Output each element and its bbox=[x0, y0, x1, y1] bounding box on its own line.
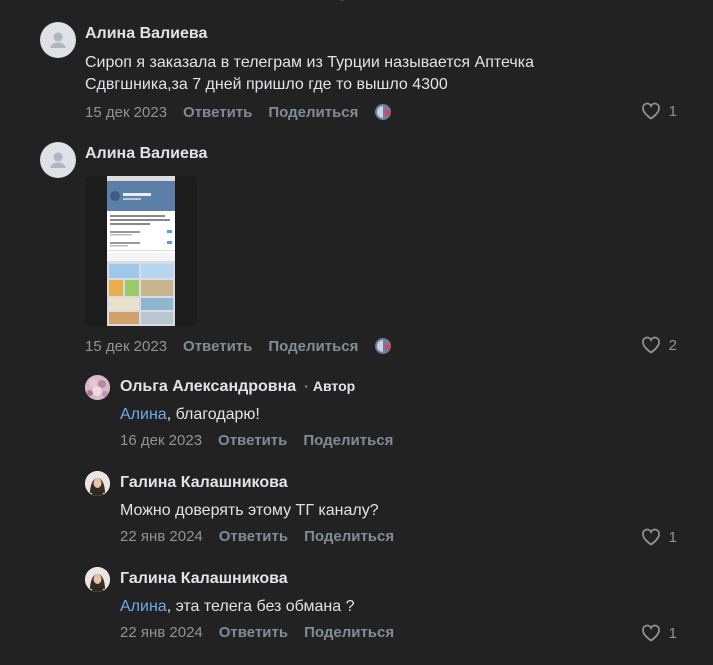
heart-icon bbox=[641, 624, 660, 642]
woman-avatar-image bbox=[85, 567, 110, 592]
reply-date[interactable]: 22 янв 2024 bbox=[120, 528, 203, 545]
avatar[interactable] bbox=[85, 375, 110, 400]
avatar[interactable] bbox=[40, 142, 76, 178]
reply-author[interactable]: Галина Калашникова bbox=[120, 474, 288, 492]
share-button[interactable]: Поделиться bbox=[304, 528, 394, 545]
reply-meta: 22 янв 2024 Ответить Поделиться bbox=[120, 528, 410, 545]
reply-date[interactable]: 22 янв 2024 bbox=[120, 624, 203, 641]
heart-icon bbox=[641, 102, 660, 120]
comment-text-line: Сдвгшника,за 7 дней пришло где то вышло … bbox=[85, 76, 448, 93]
flowers-avatar-image bbox=[85, 375, 110, 400]
phone-screenshot-image bbox=[85, 176, 197, 326]
like-button[interactable]: 1 bbox=[641, 528, 677, 546]
comment-text-line: Сироп я заказала в телеграм из Турции на… bbox=[85, 54, 534, 71]
heart-icon bbox=[641, 528, 660, 546]
comment-meta: 15 дек 2023 Ответить Поделиться bbox=[85, 336, 394, 356]
like-button[interactable]: 2 bbox=[641, 336, 677, 354]
user-placeholder-icon bbox=[50, 152, 66, 168]
comment-meta: 15 дек 2023 Ответить Поделиться bbox=[85, 102, 394, 122]
reply-meta: 16 дек 2023 Ответить Поделиться bbox=[120, 432, 409, 449]
like-count: 1 bbox=[668, 624, 677, 642]
reply-button[interactable]: Ответить bbox=[183, 104, 252, 121]
woman-avatar-image bbox=[85, 471, 110, 496]
avatar[interactable] bbox=[40, 22, 76, 58]
reply-text: Алина, благодарю! bbox=[120, 404, 260, 426]
comment-author[interactable]: Алина Валиева bbox=[85, 145, 207, 163]
reply-text-body: , эта телега без обмана ? bbox=[166, 598, 355, 615]
mention-link[interactable]: Алина bbox=[120, 406, 167, 423]
comment-author[interactable]: Алина Валиева bbox=[85, 25, 207, 43]
share-button[interactable]: Поделиться bbox=[268, 338, 358, 355]
reply-text: Алина, эта телега без обмана ? bbox=[120, 596, 354, 618]
like-button[interactable]: 1 bbox=[641, 624, 677, 642]
author-badge: · Автор bbox=[304, 378, 355, 394]
mention-link[interactable]: Алина bbox=[120, 598, 167, 615]
reply-text: Можно доверять этому ТГ каналу? bbox=[120, 502, 379, 519]
author-badge-label: Автор bbox=[312, 378, 356, 394]
reaction-button-icon[interactable] bbox=[374, 102, 394, 122]
reply-author-name[interactable]: Ольга Александровна bbox=[120, 378, 296, 395]
heart-icon bbox=[641, 336, 660, 354]
badge-dot-separator: · bbox=[304, 378, 309, 394]
reply-button[interactable]: Ответить bbox=[183, 338, 252, 355]
like-count: 1 bbox=[668, 102, 677, 120]
reply-author[interactable]: Галина Калашникова bbox=[120, 570, 288, 588]
like-button[interactable]: 1 bbox=[641, 102, 677, 120]
separator-dot bbox=[340, 0, 344, 1]
reply-author: Ольга Александровна · Автор bbox=[120, 378, 355, 396]
reply-button[interactable]: Ответить bbox=[219, 528, 288, 545]
share-button[interactable]: Поделиться bbox=[304, 624, 394, 641]
like-count: 1 bbox=[668, 528, 677, 546]
like-count: 2 bbox=[668, 336, 677, 354]
avatar[interactable] bbox=[85, 567, 110, 592]
reply-date[interactable]: 16 дек 2023 bbox=[120, 432, 202, 449]
share-button[interactable]: Поделиться bbox=[268, 104, 358, 121]
reply-meta: 22 янв 2024 Ответить Поделиться bbox=[120, 624, 410, 641]
comment-date[interactable]: 15 дек 2023 bbox=[85, 338, 167, 355]
avatar[interactable] bbox=[85, 471, 110, 496]
user-placeholder-icon bbox=[50, 32, 66, 48]
reply-button[interactable]: Ответить bbox=[218, 432, 287, 449]
comment-date[interactable]: 15 дек 2023 bbox=[85, 104, 167, 121]
photo-attachment[interactable] bbox=[85, 176, 197, 326]
share-button[interactable]: Поделиться bbox=[303, 432, 393, 449]
reply-button[interactable]: Ответить bbox=[219, 624, 288, 641]
reply-text-body: , благодарю! bbox=[166, 406, 260, 423]
reaction-button-icon[interactable] bbox=[374, 336, 394, 356]
